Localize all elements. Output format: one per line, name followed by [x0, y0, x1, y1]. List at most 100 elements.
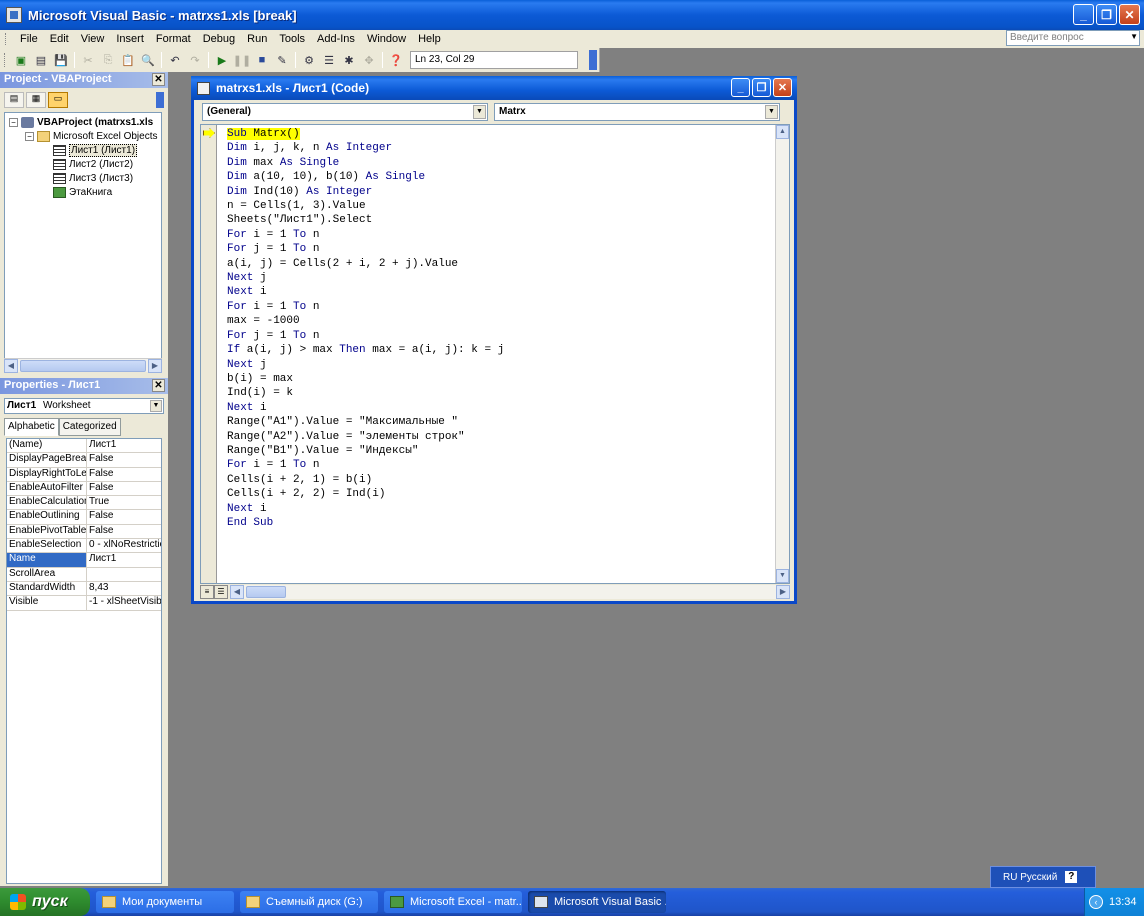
code-line[interactable]: End Sub [227, 516, 504, 530]
menu-item-addins[interactable]: Add-Ins [311, 33, 361, 45]
menu-item-view[interactable]: View [75, 33, 111, 45]
menu-item-format[interactable]: Format [150, 33, 197, 45]
property-value[interactable]: True [87, 496, 161, 509]
menu-item-window[interactable]: Window [361, 33, 412, 45]
code-line[interactable]: Next i [227, 502, 504, 516]
property-row[interactable]: ScrollArea [7, 567, 161, 582]
project-explorer-icon[interactable]: ⚙ [300, 51, 318, 69]
scroll-right-icon[interactable]: ▶ [776, 585, 790, 599]
taskbar-button[interactable]: Microsoft Visual Basic ... [528, 891, 666, 913]
find-icon[interactable]: 🔍 [139, 51, 157, 69]
property-row[interactable]: EnablePivotTable False [7, 524, 161, 540]
chevron-down-icon[interactable]: ▼ [473, 105, 486, 119]
tree-item[interactable]: Лист2 (Лист2) [5, 157, 161, 171]
property-row[interactable]: DisplayPageBreak False [7, 453, 161, 468]
property-value[interactable]: 0 - xlNoRestrictio [87, 539, 161, 552]
maximize-button[interactable]: ❐ [752, 78, 771, 97]
code-text[interactable]: Sub Matrx() Dim i, j, k, n As Integer Dim … [227, 127, 504, 530]
code-line[interactable]: Next i [227, 285, 504, 299]
tree-item[interactable]: − VBAProject (matrxs1.xls [5, 115, 161, 129]
toggle-folders-icon[interactable]: ▭ [48, 92, 68, 108]
tab-categorized[interactable]: Categorized [58, 418, 121, 436]
menu-item-file[interactable]: File [14, 33, 44, 45]
toolbar-grip[interactable] [4, 53, 7, 67]
property-value[interactable]: False [87, 468, 161, 481]
scroll-up-icon[interactable]: ▲ [776, 125, 789, 139]
code-line[interactable]: Range("B1").Value = "Индексы" [227, 444, 504, 458]
scroll-left-icon[interactable]: ◀ [4, 358, 18, 373]
code-line[interactable]: Range("A2").Value = "элементы строк" [227, 430, 504, 444]
property-row[interactable]: Visible -1 - xlSheetVisib [7, 596, 161, 611]
tab-alphabetic[interactable]: Alphabetic [4, 418, 59, 436]
code-horizontal-scrollbar[interactable]: ◀ ▶ [230, 585, 790, 599]
code-vertical-scrollbar[interactable]: ▲ ▼ [775, 125, 789, 583]
paste-icon[interactable]: 📋 [119, 51, 137, 69]
property-row[interactable]: EnableCalculation True [7, 496, 161, 511]
design-mode-icon[interactable]: ✎ [273, 51, 291, 69]
property-row[interactable]: EnableOutlining False [7, 510, 161, 525]
tree-item[interactable]: − Microsoft Excel Objects [5, 129, 161, 143]
show-hidden-icons-icon[interactable]: ‹ [1089, 895, 1103, 909]
code-line[interactable]: Dim a(10, 10), b(10) As Single [227, 170, 504, 184]
maximize-button[interactable]: ❐ [1096, 4, 1117, 25]
code-line[interactable]: Ind(i) = k [227, 386, 504, 400]
code-line[interactable]: a(i, j) = Cells(2 + i, 2 + j).Value [227, 257, 504, 271]
object-select[interactable]: Лист1 Worksheet ▼ [4, 398, 164, 414]
close-icon[interactable]: ✕ [152, 73, 165, 86]
collapse-icon[interactable]: − [9, 117, 18, 127]
property-value[interactable]: Лист1 [87, 553, 161, 566]
close-icon[interactable]: ✕ [152, 379, 165, 392]
start-button[interactable]: пуск [0, 888, 90, 916]
property-row[interactable]: Name Лист1 [7, 553, 161, 568]
property-value[interactable]: 8,43 [87, 582, 161, 595]
chevron-down-icon[interactable]: ▼ [765, 105, 778, 119]
code-line[interactable]: Cells(i + 2, 2) = Ind(i) [227, 487, 504, 501]
property-row[interactable]: DisplayRightToLef False [7, 467, 161, 482]
code-line[interactable]: Dim Ind(10) As Integer [227, 185, 504, 199]
menu-item-debug[interactable]: Debug [197, 33, 241, 45]
code-line[interactable]: Dim i, j, k, n As Integer [227, 141, 504, 155]
code-line[interactable]: Cells(i + 2, 1) = b(i) [227, 473, 504, 487]
toolbar-options-icon[interactable] [589, 50, 597, 70]
code-line[interactable]: Next j [227, 271, 504, 285]
taskbar-button[interactable]: Мои документы [96, 891, 234, 913]
collapse-icon[interactable]: − [25, 131, 34, 141]
scroll-down-icon[interactable]: ▼ [776, 569, 789, 583]
scrollbar-thumb[interactable] [20, 359, 146, 372]
code-line[interactable]: Range("A1").Value = "Максимальные " [227, 415, 504, 429]
code-line[interactable]: For j = 1 To n [227, 329, 504, 343]
property-value[interactable]: -1 - xlSheetVisib [87, 596, 161, 609]
code-line[interactable]: For i = 1 To n [227, 300, 504, 314]
help-icon[interactable]: ? [1065, 871, 1078, 883]
close-button[interactable]: ✕ [773, 78, 792, 97]
properties-window-icon[interactable]: ☰ [320, 51, 338, 69]
close-button[interactable]: ✕ [1119, 4, 1140, 25]
procedure-view-icon[interactable]: ≡ [200, 585, 214, 599]
code-line[interactable]: Sheets("Лист1").Select [227, 213, 504, 227]
property-value[interactable]: False [87, 510, 161, 523]
object-browser-icon[interactable]: ✱ [340, 51, 358, 69]
scroll-left-icon[interactable]: ◀ [230, 585, 244, 599]
view-code-icon[interactable]: ▤ [4, 92, 24, 108]
property-value[interactable] [87, 568, 161, 581]
code-line[interactable]: For i = 1 To n [227, 228, 504, 242]
minimize-button[interactable]: _ [731, 78, 750, 97]
taskbar-button[interactable]: Съемный диск (G:) [240, 891, 378, 913]
property-row[interactable]: EnableAutoFilter False [7, 481, 161, 497]
procedure-combo[interactable]: Matrx ▼ [494, 103, 780, 121]
save-icon[interactable]: 💾 [52, 51, 70, 69]
menu-item-insert[interactable]: Insert [110, 33, 150, 45]
view-object-icon[interactable]: ▦ [26, 92, 46, 108]
property-value[interactable]: False [87, 482, 161, 495]
code-line[interactable]: For j = 1 To n [227, 242, 504, 256]
menu-grip[interactable] [5, 33, 8, 45]
toolbar-options-icon[interactable] [156, 92, 164, 108]
scrollbar-thumb[interactable] [246, 586, 286, 598]
view-excel-icon[interactable]: ▣ [12, 51, 30, 69]
help-search-input[interactable]: Введите вопрос ▼ [1006, 30, 1140, 46]
code-line[interactable]: For i = 1 To n [227, 458, 504, 472]
tree-item[interactable]: Лист1 (Лист1) [5, 143, 161, 157]
language-bar[interactable]: RU Русский ? [990, 866, 1096, 888]
property-row[interactable]: StandardWidth 8,43 [7, 581, 161, 597]
property-value[interactable]: False [87, 525, 161, 538]
